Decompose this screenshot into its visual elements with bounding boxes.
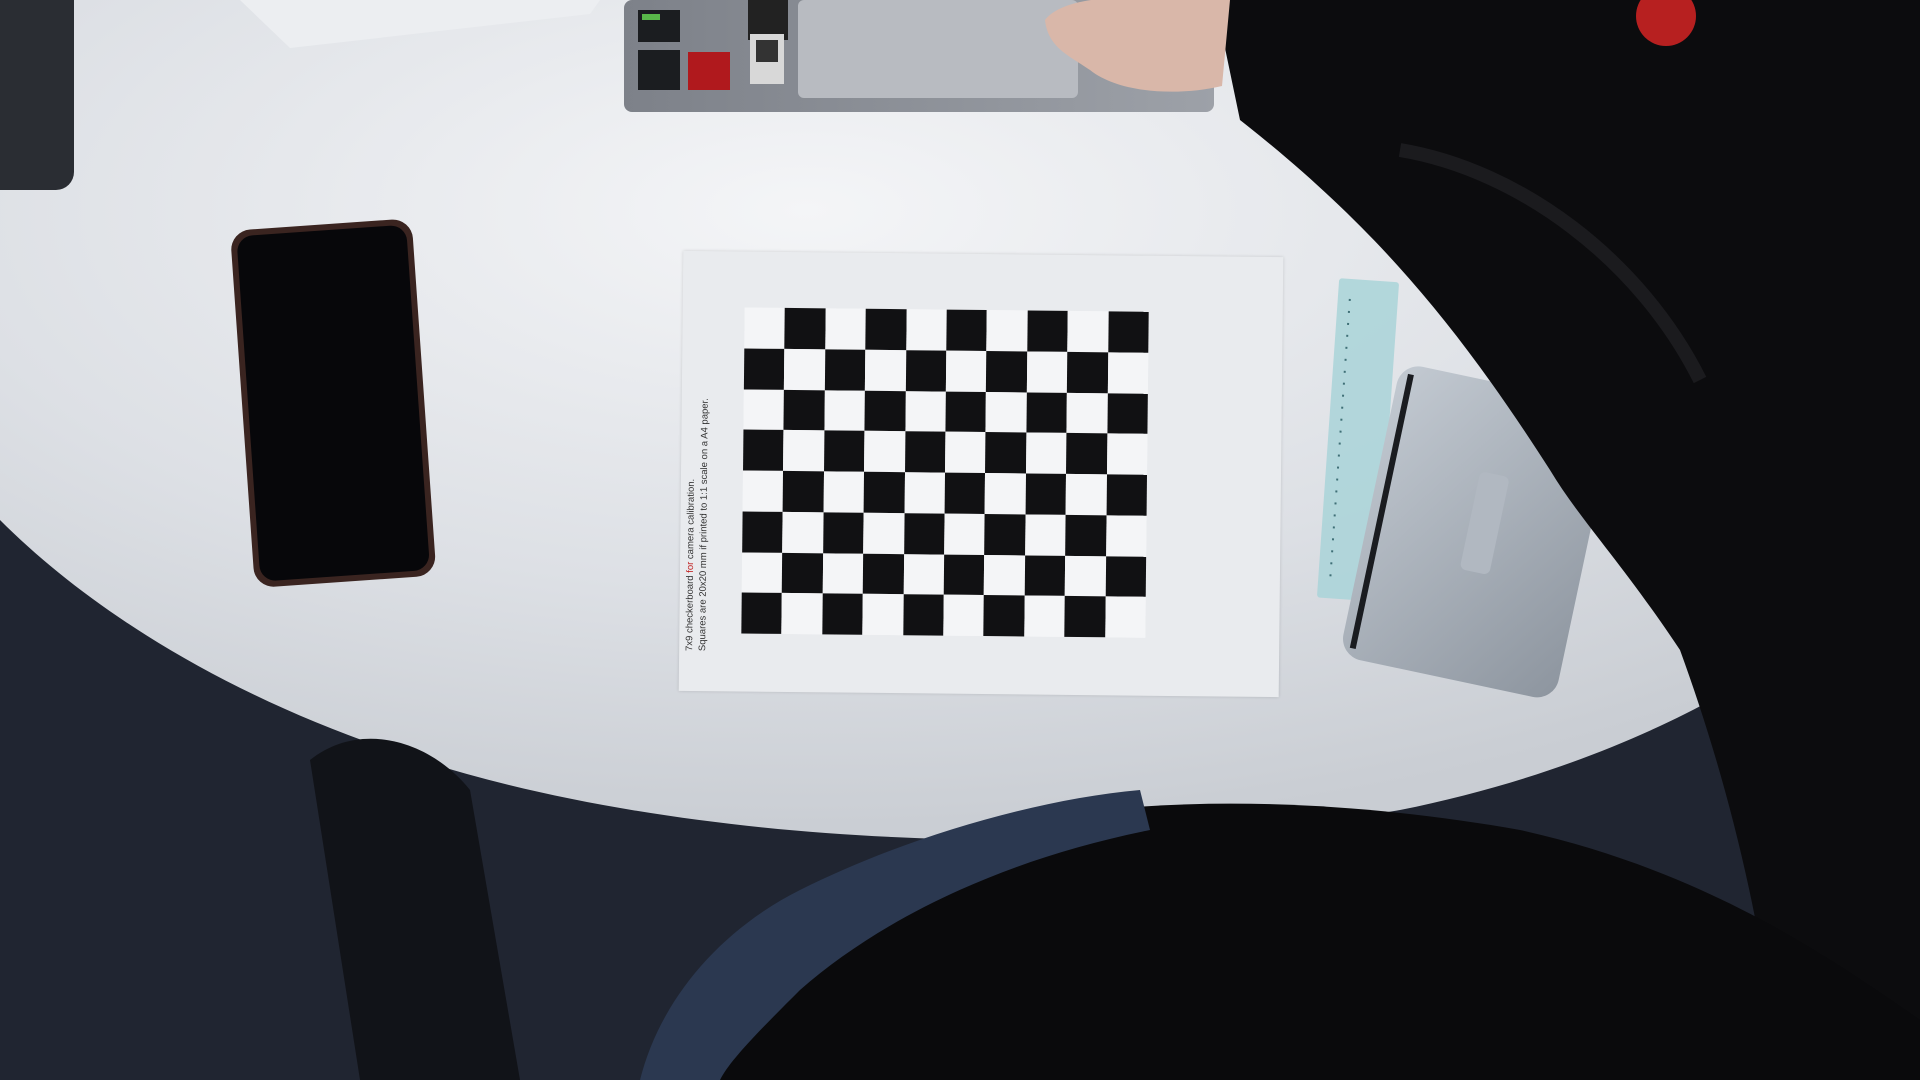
checker-square [943,554,985,596]
checker-square [864,431,906,473]
checker-square [823,430,865,472]
checker-square [822,512,864,554]
checker-square [903,553,945,595]
checker-square [784,307,826,350]
checker-square [944,513,985,555]
checker-square [984,513,1026,555]
calibration-sheet: 7x9 checkerboard for camera calibration.… [678,250,1284,698]
smartphone [231,219,436,587]
checker-square [905,390,946,432]
checker-square [824,389,866,432]
checker-square [741,552,783,594]
checker-square [782,470,824,513]
caption-line-2: Squares are 20x20 mm if printed to 1:1 s… [697,398,711,652]
checker-square [1024,595,1065,637]
checker-square [1066,433,1108,475]
checker-square [986,350,1028,392]
checker-square [902,594,944,636]
checker-square [1024,554,1066,597]
checker-square [865,308,907,350]
checker-square [945,350,987,392]
checker-square [904,472,946,514]
checker-square [824,349,866,391]
checker-square [1066,392,1108,434]
checker-square [822,552,864,595]
checker-square [1065,514,1107,556]
checker-square [945,391,987,433]
checker-square [1065,473,1107,516]
checker-square [782,511,824,553]
checker-square [823,471,865,513]
checker-square [825,308,866,350]
checker-square [903,512,945,555]
left-device [0,0,74,190]
checker-square [943,594,985,637]
checker-square [1107,392,1148,434]
checker-square [743,389,785,431]
checker-square [1107,311,1149,353]
checker-square [904,431,946,473]
checker-square [863,512,905,554]
checker-square [1067,310,1109,353]
checker-square [1024,514,1066,556]
checker-square [782,552,823,594]
checker-square [1026,391,1068,434]
checker-square [783,430,825,472]
checker-square [744,307,786,349]
checker-square [1025,432,1067,474]
checker-square [743,348,785,390]
checker-square [1105,555,1147,597]
checker-square [946,309,988,351]
checker-square [784,348,826,390]
checker-square [742,511,783,553]
checker-square [864,390,906,432]
checker-square [983,595,1025,637]
checker-square [865,349,906,391]
checker-square [1105,515,1147,557]
checker-square [742,470,784,512]
checker-square [1064,555,1106,597]
checker-square [985,391,1027,433]
checker-square [1026,351,1068,393]
checker-square [1025,473,1067,515]
checker-square [862,594,904,636]
checker-square [984,554,1025,596]
checker-square [781,593,823,635]
checker-square [984,473,1026,515]
checker-square [863,471,905,513]
checker-square [743,429,784,471]
checker-square [862,553,904,595]
checkerboard [741,307,1149,638]
checker-square [905,349,947,392]
checker-square [1106,433,1148,475]
checker-square [944,472,986,514]
checker-square [1104,596,1146,638]
checker-square [1027,310,1068,352]
checker-square [783,389,825,431]
checker-square [1106,474,1148,516]
checker-square [741,592,783,634]
sheet-caption: 7x9 checkerboard for camera calibration.… [683,291,713,651]
checker-square [1067,351,1108,393]
checker-square [905,309,947,351]
checker-square [945,431,986,474]
checker-square [1107,352,1149,394]
checker-square [1064,596,1106,638]
checker-square [986,310,1028,352]
checker-square [822,593,863,635]
checker-square [985,432,1027,474]
